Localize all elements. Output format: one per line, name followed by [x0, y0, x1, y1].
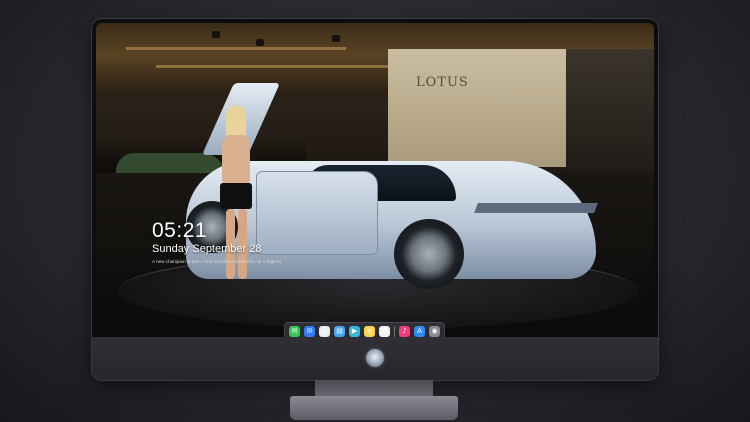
mail-icon[interactable]: ✉: [304, 325, 315, 337]
spotlight: [212, 31, 220, 38]
ceiling-beam: [156, 65, 416, 68]
messages-icon[interactable]: ✉: [289, 325, 300, 337]
wallpaper-wall: [388, 49, 578, 167]
brand-logo-icon: [366, 349, 384, 367]
figure-torso: [222, 135, 250, 187]
monitor-base: [290, 396, 458, 420]
notes-icon[interactable]: ≡: [364, 325, 375, 337]
figure-skirt: [220, 183, 252, 209]
safari-icon[interactable]: ◎: [319, 325, 330, 337]
screen: LOTUS 05:21 Sunday September 28 A new ch…: [96, 23, 654, 337]
dock-separator: [394, 325, 395, 337]
lock-date: Sunday September 28: [152, 243, 262, 255]
spotlight: [332, 35, 340, 42]
brand-sign: LOTUS: [416, 75, 469, 90]
app-store-icon[interactable]: A: [414, 325, 425, 337]
wallpaper-caption: A new champion is born. Find out what ma…: [152, 259, 282, 264]
spotlight: [256, 39, 264, 46]
lock-clock: 05:21: [152, 219, 208, 242]
music-icon[interactable]: ♪: [399, 325, 410, 337]
car-stripe: [474, 203, 598, 213]
wallpaper-wall-dark: [566, 49, 654, 189]
model-figure: [218, 105, 254, 283]
car-wheel-front: [394, 219, 464, 289]
monitor: LOTUS 05:21 Sunday September 28 A new ch…: [92, 19, 658, 380]
car-door: [256, 171, 378, 255]
camera-icon[interactable]: ◉: [429, 325, 440, 337]
clapper-icon[interactable]: ▶: [349, 325, 360, 337]
ceiling-beam: [126, 47, 346, 50]
dock: ✉ ✉ ◎ ▤ ▶ ≡ ✿ ♪ A ◉: [284, 322, 445, 337]
figure-hair: [226, 105, 246, 139]
files-icon[interactable]: ▤: [334, 325, 345, 337]
photos-icon[interactable]: ✿: [379, 325, 390, 337]
monitor-chin: [92, 337, 658, 380]
